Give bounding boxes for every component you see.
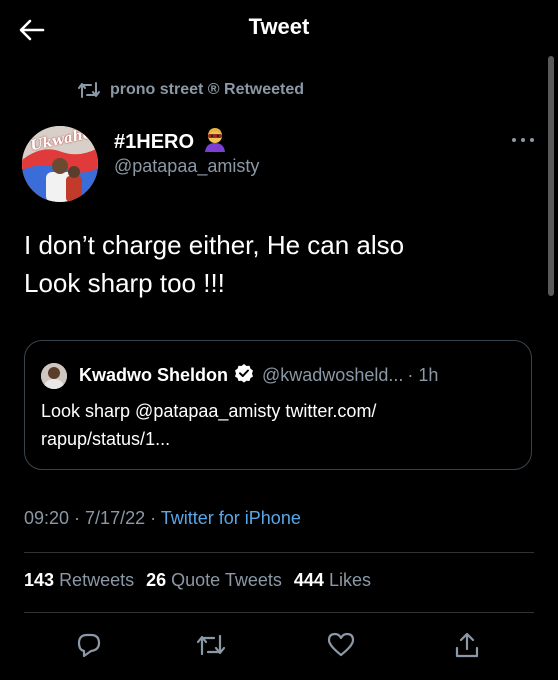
more-options-button[interactable] xyxy=(508,128,538,152)
quote-text: Look sharp @patapaa_amisty twitter.com/ … xyxy=(41,401,377,449)
retweets-stat[interactable]: 143 Retweets xyxy=(24,570,134,590)
scrollbar[interactable] xyxy=(548,56,554,296)
retweet-button[interactable] xyxy=(194,628,228,662)
quote-tweets-label: Quote Tweets xyxy=(171,570,282,590)
quote-tweets-count: 26 xyxy=(146,570,167,590)
tweet-stats: 143 Retweets 26 Quote Tweets 444 Likes xyxy=(24,570,371,591)
reply-button[interactable] xyxy=(72,628,106,662)
quote-author-avatar xyxy=(41,363,67,389)
retweet-icon xyxy=(78,82,100,98)
top-bar: Tweet xyxy=(0,0,558,58)
author-avatar[interactable]: Ukwahe xyxy=(22,126,98,202)
tweet-time: 09:20 xyxy=(24,508,70,528)
divider xyxy=(24,612,534,613)
share-button[interactable] xyxy=(450,628,484,662)
retweets-count: 143 xyxy=(24,570,55,590)
superhero-emoji-icon xyxy=(202,126,228,158)
retweets-label: Retweets xyxy=(59,570,135,590)
likes-stat[interactable]: 444 Likes xyxy=(294,570,371,590)
verified-badge-icon xyxy=(234,363,254,388)
tweet-actions xyxy=(0,624,558,664)
quote-tweets-stat[interactable]: 26 Quote Tweets xyxy=(146,570,282,590)
share-icon xyxy=(455,632,479,658)
quote-time: · 1h xyxy=(407,365,439,385)
author-name-row[interactable]: #1HERO xyxy=(114,126,228,158)
reply-icon xyxy=(77,633,101,658)
heart-icon xyxy=(327,632,355,657)
quote-header: Kwadwo Sheldon @kwadwosheld... · 1h xyxy=(79,363,438,388)
meta-separator: · xyxy=(145,508,161,528)
meta-separator: · xyxy=(69,508,86,528)
author-handle[interactable]: @patapaa_amisty xyxy=(114,156,259,177)
tweet-text: I don’t charge either, He can also Look … xyxy=(24,230,405,298)
more-horizontal-icon xyxy=(512,138,534,142)
likes-label: Likes xyxy=(328,570,371,590)
tweet-source-link[interactable]: Twitter for iPhone xyxy=(161,508,301,528)
retweet-context[interactable]: prono street ® Retweeted xyxy=(78,78,304,102)
quote-author-name: Kwadwo Sheldon xyxy=(79,365,229,385)
quoted-tweet-card[interactable]: Kwadwo Sheldon @kwadwosheld... · 1h Look… xyxy=(24,340,532,470)
divider xyxy=(24,552,534,553)
retweet-context-label: prono street ® Retweeted xyxy=(110,81,305,98)
author-name: #1HERO xyxy=(114,130,195,153)
tweet-meta: 09:20 · 7/17/22 · Twitter for iPhone xyxy=(24,508,301,529)
retweet-icon xyxy=(197,634,225,656)
tweet-date: 7/17/22 xyxy=(85,508,146,528)
page-title: Tweet xyxy=(248,14,310,39)
quote-author-handle: @kwadwosheld... xyxy=(262,365,404,385)
likes-count: 444 xyxy=(293,570,324,590)
like-button[interactable] xyxy=(324,628,358,662)
